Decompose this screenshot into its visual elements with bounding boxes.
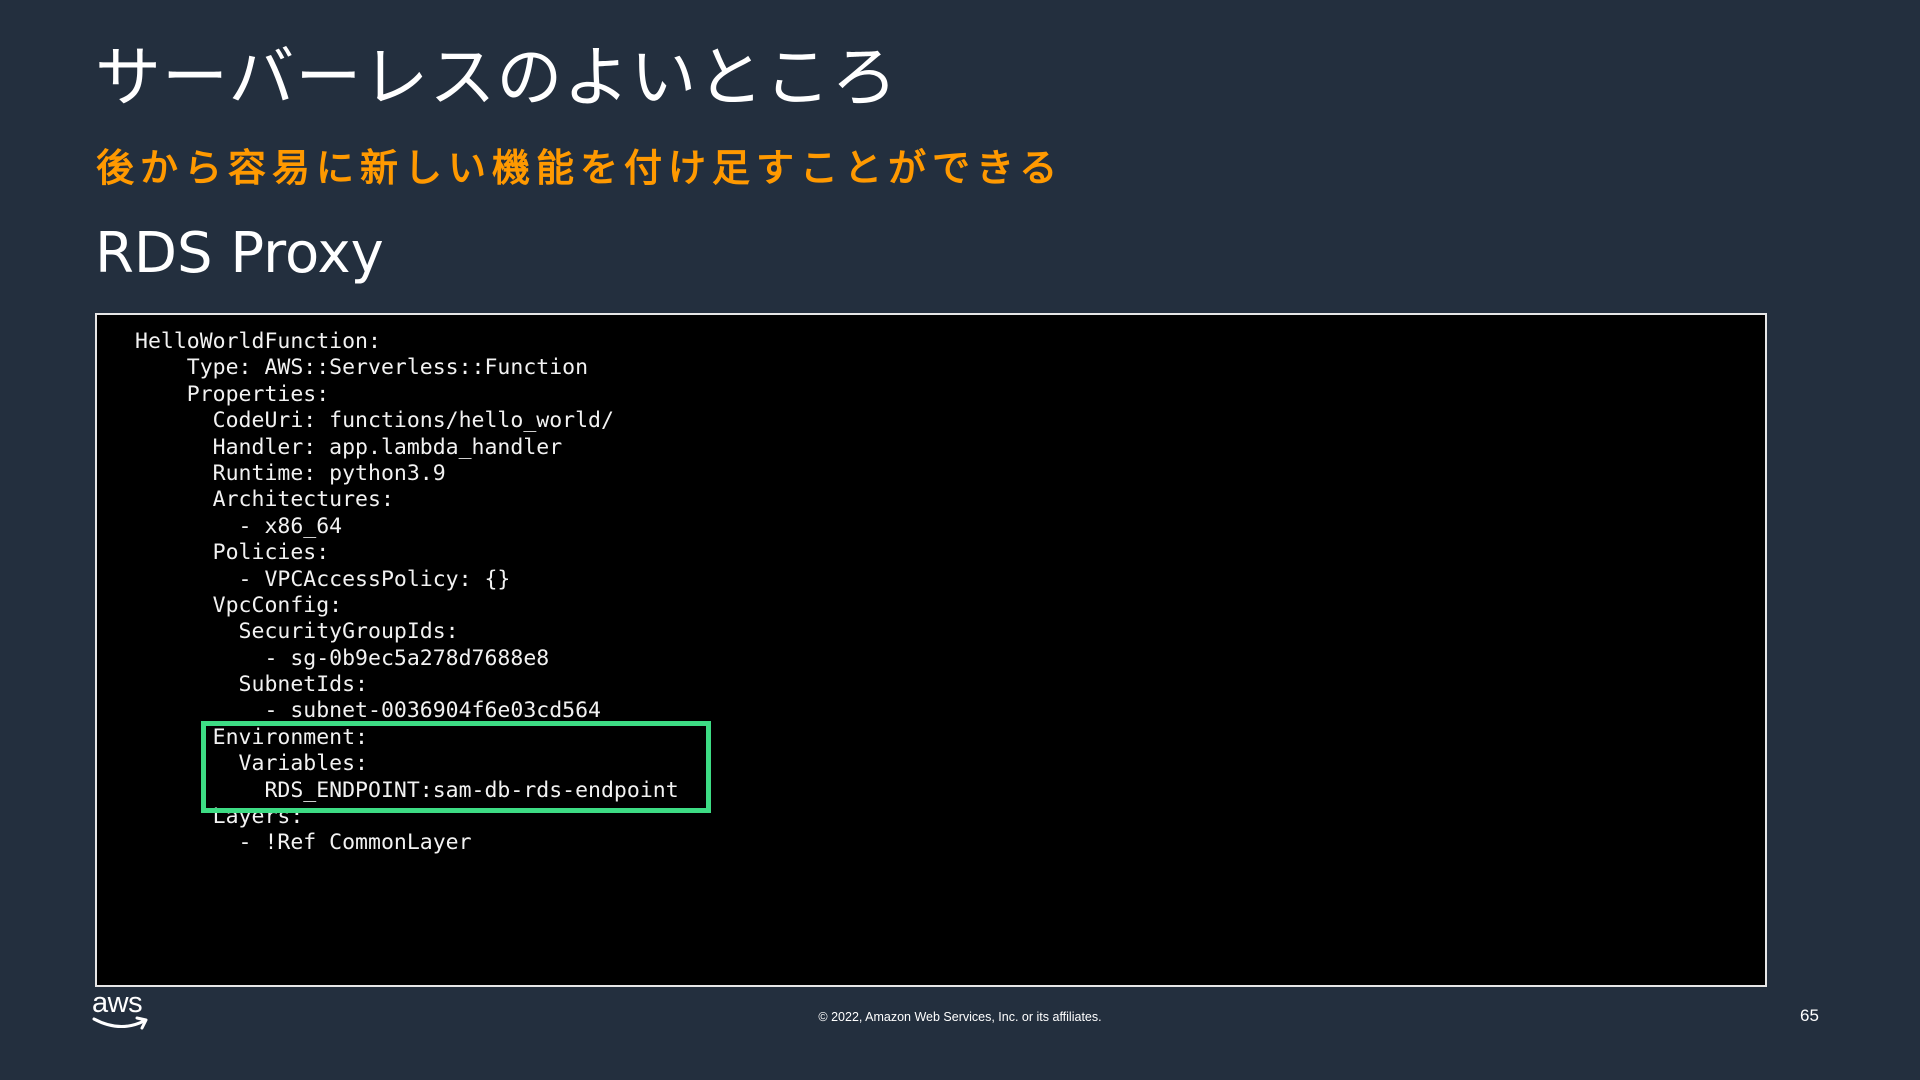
code-line: - sg-0b9ec5a278d7688e8 bbox=[135, 645, 550, 671]
code-line: CodeUri: functions/hello_world/ bbox=[135, 408, 614, 434]
slide-subtitle: 後から容易に新しい機能を付け足すことができる bbox=[96, 146, 1064, 190]
code-block: HelloWorldFunction: Type: AWS::Serverles… bbox=[135, 329, 679, 857]
code-line: Type: AWS::Serverless::Function bbox=[135, 355, 589, 381]
copyright-notice: © 2022, Amazon Web Services, Inc. or its… bbox=[818, 1010, 1102, 1024]
code-line: SecurityGroupIds: bbox=[135, 619, 459, 645]
code-line: - subnet-0036904f6e03cd564 bbox=[135, 698, 601, 724]
code-line: VpcConfig: bbox=[135, 592, 343, 618]
code-line: Layers: bbox=[135, 804, 304, 830]
code-line: - !Ref CommonLayer bbox=[135, 830, 472, 856]
code-line: Runtime: python3.9 bbox=[135, 460, 446, 486]
slide: サーバーレスのよいところ 後から容易に新しい機能を付け足すことができる RDS … bbox=[0, 0, 1920, 1080]
code-line: - VPCAccessPolicy: {} bbox=[135, 566, 511, 592]
code-line: Variables: bbox=[135, 751, 368, 777]
code-line: HelloWorldFunction: bbox=[135, 329, 381, 354]
code-line: Handler: app.lambda_handler bbox=[135, 434, 563, 460]
slide-title: サーバーレスのよいところ bbox=[95, 39, 899, 116]
page-number: 65 bbox=[1800, 1006, 1819, 1025]
code-line: Properties: bbox=[135, 381, 330, 407]
code-panel: HelloWorldFunction: Type: AWS::Serverles… bbox=[95, 313, 1767, 987]
code-line: - x86_64 bbox=[135, 513, 343, 539]
section-heading: RDS Proxy bbox=[95, 221, 384, 286]
code-line: Policies: bbox=[135, 540, 330, 566]
code-line: Architectures: bbox=[135, 487, 394, 513]
code-line: Environment: bbox=[135, 724, 368, 750]
code-line: SubnetIds: bbox=[135, 672, 368, 698]
code-line: RDS_ENDPOINT:sam-db-rds-endpoint bbox=[135, 777, 679, 803]
